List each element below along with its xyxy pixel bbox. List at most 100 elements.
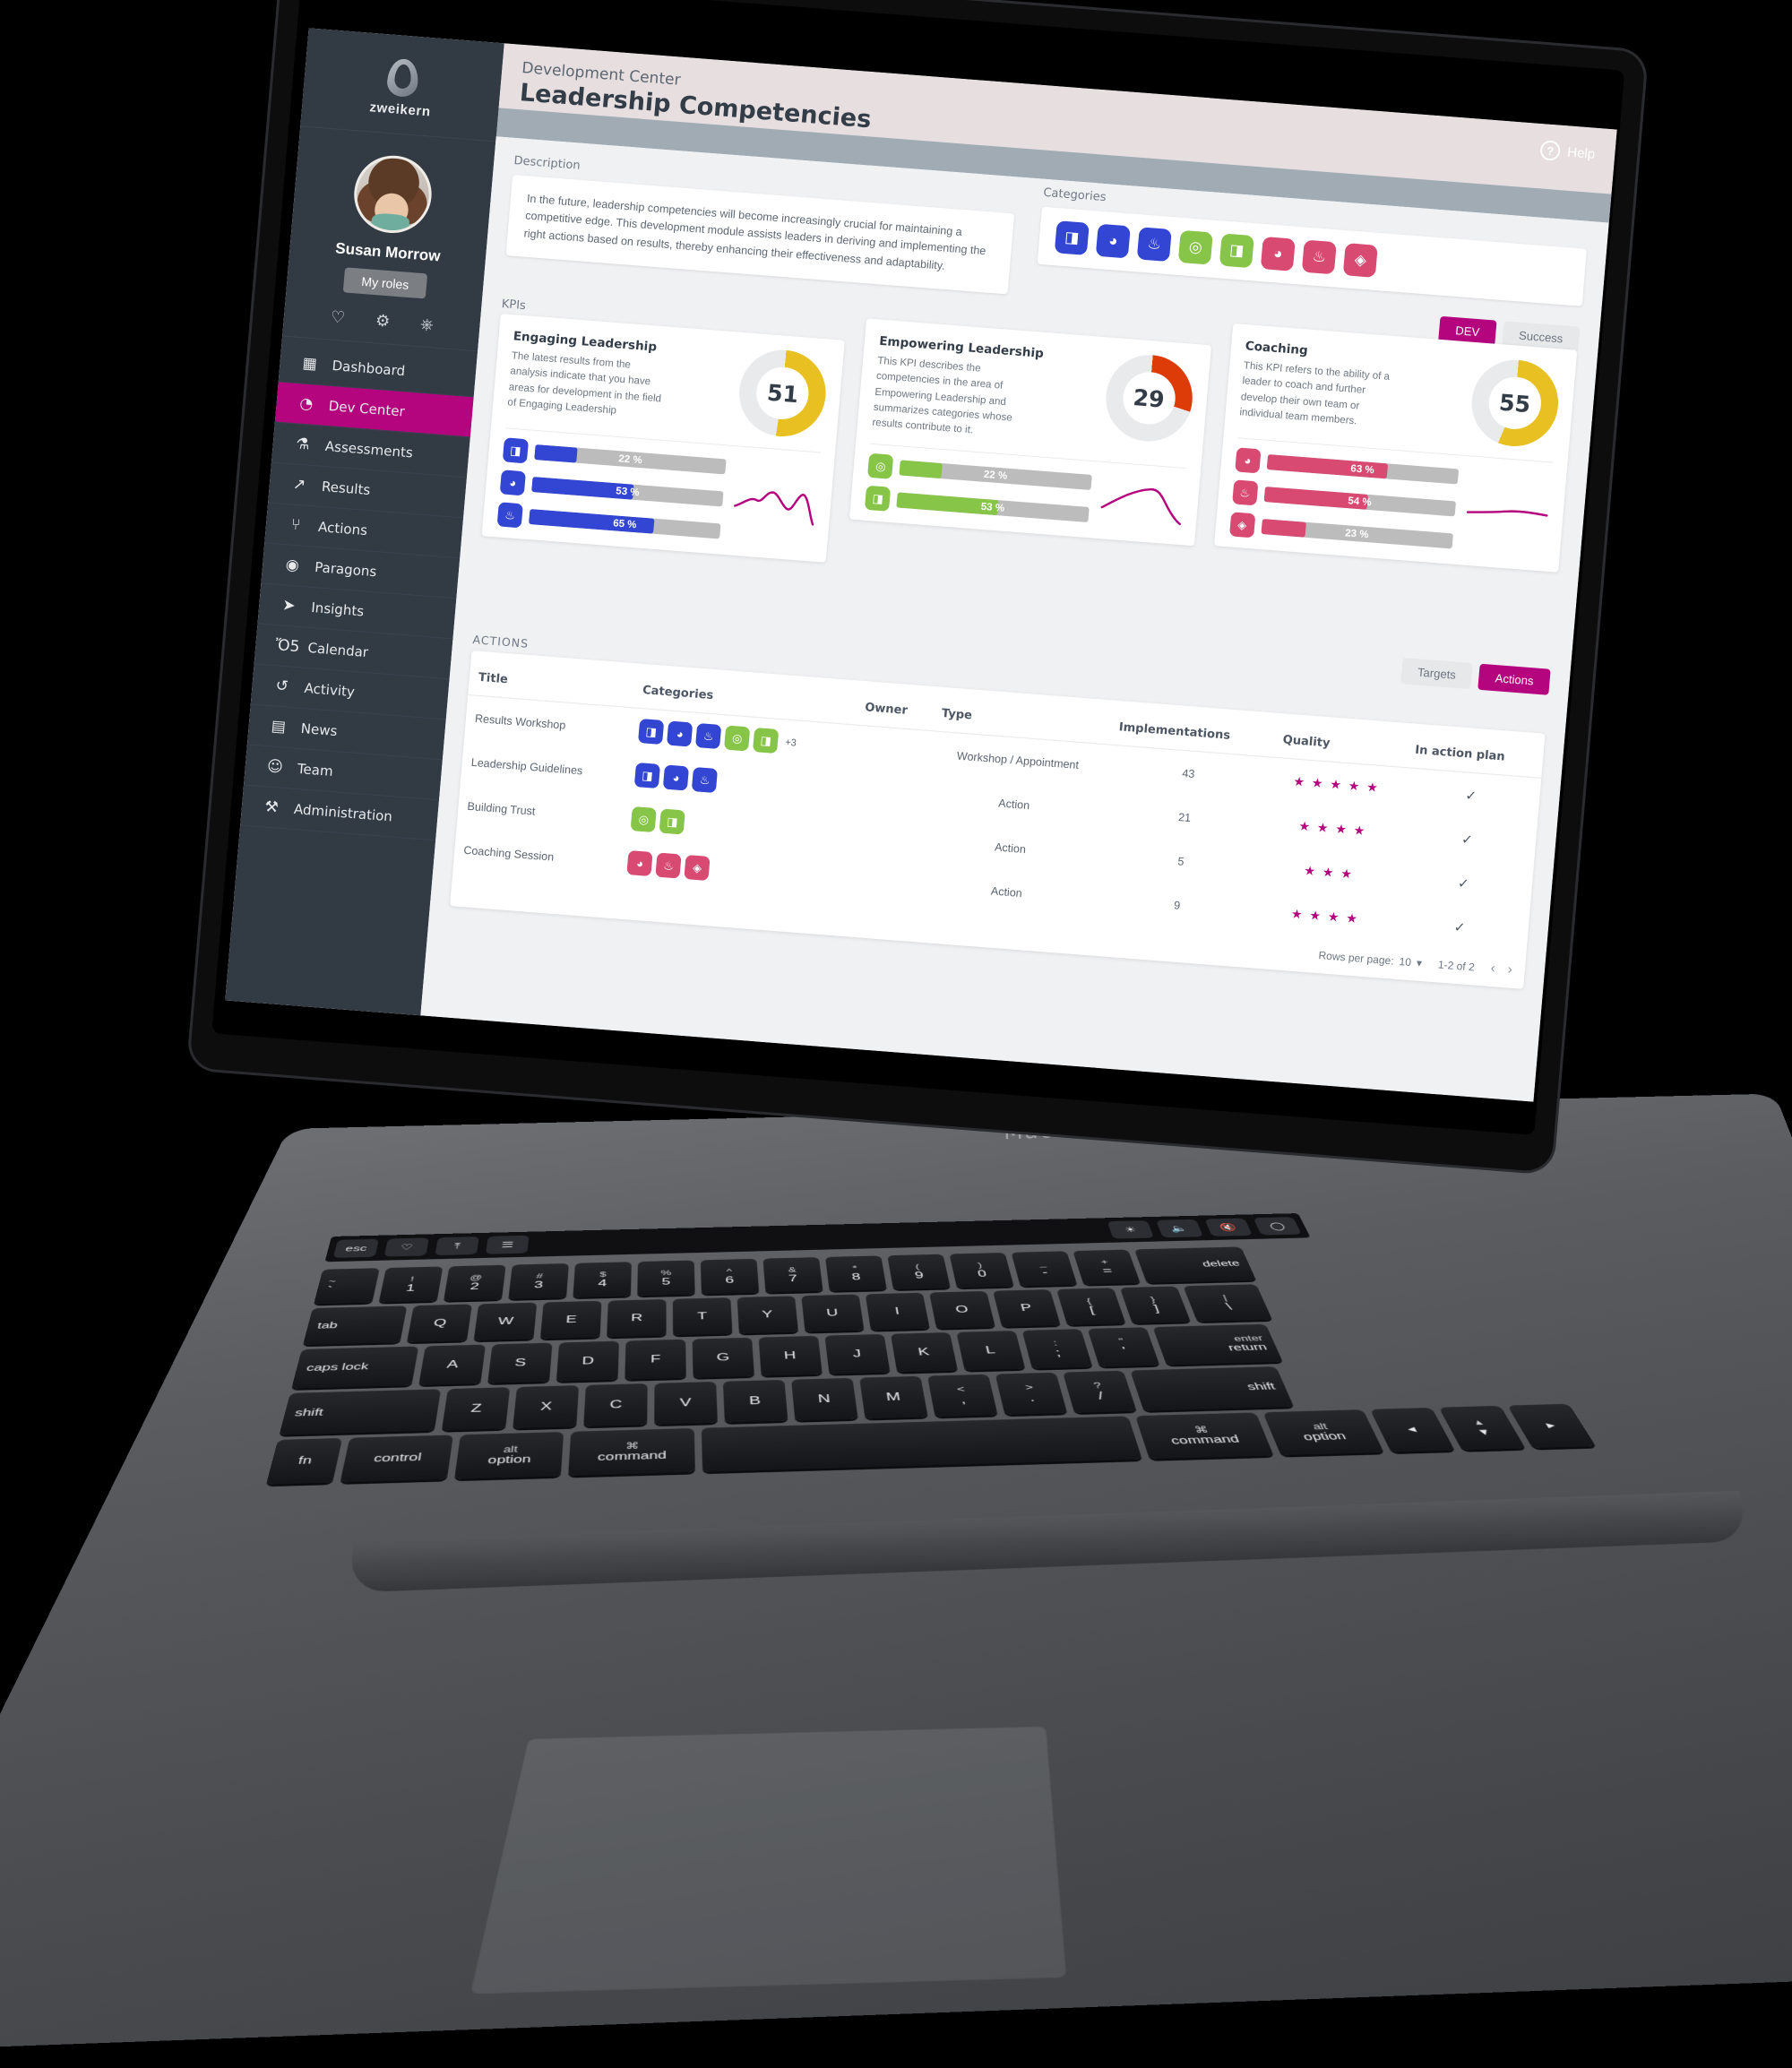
key-caps-lock[interactable]: caps lock <box>291 1346 419 1389</box>
chevron-right-icon[interactable]: › <box>1507 961 1512 977</box>
chevron-left-icon[interactable]: ‹ <box>1490 961 1495 976</box>
my-roles-button[interactable]: My roles <box>342 267 428 299</box>
key-option-left[interactable]: alt option <box>454 1432 564 1479</box>
key-0[interactable]: ) 0 <box>949 1252 1014 1288</box>
key-e[interactable]: E <box>539 1300 602 1340</box>
key-k[interactable]: K <box>890 1332 958 1373</box>
door-icon[interactable]: ◨ <box>1219 233 1254 269</box>
bell-icon[interactable]: ♡ <box>330 307 346 327</box>
key-l[interactable]: L <box>956 1331 1026 1371</box>
key-w[interactable]: W <box>473 1302 538 1341</box>
gear-icon[interactable]: ⚙ <box>375 311 391 331</box>
touchbar-mute-icon[interactable]: 🔇 <box>1204 1218 1253 1236</box>
key-2[interactable]: @2 <box>444 1264 506 1301</box>
key-1[interactable]: ! 1 <box>378 1266 444 1303</box>
key-o[interactable]: O <box>928 1290 995 1329</box>
key-t[interactable]: T <box>672 1297 733 1336</box>
key-bracket-right[interactable]: }] <box>1119 1286 1191 1323</box>
table-header-owner[interactable]: Owner <box>854 689 935 731</box>
flask-icon: ⚗ <box>295 435 311 454</box>
touchbar-brightness-icon[interactable]: ☀ <box>1107 1220 1154 1239</box>
key-i[interactable]: I <box>865 1292 930 1331</box>
key-u[interactable]: U <box>801 1294 865 1332</box>
rows-per-page-value[interactable]: 10 <box>1399 955 1412 969</box>
key-shift-left[interactable]: shift <box>279 1389 442 1435</box>
key-s[interactable]: S <box>487 1342 553 1383</box>
key-semicolon[interactable]: :; <box>1021 1329 1093 1369</box>
kpi-card[interactable]: Empowering Leadership This KPI describes … <box>849 318 1211 547</box>
key-3[interactable]: #3 <box>508 1262 569 1300</box>
brand-logo-block[interactable]: zweikern <box>300 28 504 142</box>
progress-bar: 53 % <box>531 476 724 507</box>
kpi-card[interactable]: Engaging Leadership The latest results fr… <box>481 314 846 563</box>
key-comma[interactable]: <, <box>926 1374 998 1417</box>
flame-icon[interactable]: ♨ <box>1136 227 1172 263</box>
door-icon[interactable]: ◨ <box>1054 220 1090 255</box>
touchbar-esc-key[interactable]: esc <box>332 1238 379 1258</box>
key-equals[interactable]: + = <box>1073 1249 1141 1285</box>
key-backslash[interactable]: | \ <box>1183 1284 1273 1323</box>
kpi-card[interactable]: Coaching This KPI refers to the ability o… <box>1213 323 1578 573</box>
key-r[interactable]: R <box>607 1298 667 1338</box>
touchbar-share-icon[interactable]: ⤒ <box>435 1236 479 1256</box>
key-p[interactable]: P <box>993 1289 1061 1327</box>
target-icon[interactable]: ◎ <box>1177 229 1213 265</box>
key-slash[interactable]: ? / <box>1063 1370 1137 1413</box>
key-g[interactable]: G <box>692 1337 754 1378</box>
avatar[interactable] <box>350 152 435 237</box>
key-option-right[interactable]: alt option <box>1262 1409 1384 1456</box>
toggle-option-actions[interactable]: Actions <box>1478 663 1551 695</box>
power-icon[interactable]: ⎈ <box>419 315 434 334</box>
trackpad[interactable] <box>469 1726 1068 1995</box>
chevron-down-icon[interactable]: ▾ <box>1416 956 1422 969</box>
key-m[interactable]: M <box>859 1375 928 1419</box>
touchbar-sliders-icon[interactable]: ☰ <box>485 1235 530 1254</box>
key-tilde[interactable]: ~ ` <box>314 1268 380 1305</box>
touchbar-volume-up-icon[interactable]: 🔈 <box>1156 1219 1203 1238</box>
key-h[interactable]: H <box>758 1335 823 1376</box>
key-7[interactable]: & 7 <box>762 1257 823 1293</box>
key-a[interactable]: A <box>418 1344 487 1385</box>
key-space[interactable] <box>701 1416 1142 1472</box>
key-8[interactable]: * 8 <box>824 1255 887 1291</box>
key-return[interactable]: enter return <box>1152 1323 1283 1366</box>
flame-icon: ♨ <box>695 722 722 750</box>
key-minus[interactable]: _ - <box>1011 1251 1078 1287</box>
speech-euro-icon[interactable]: ◕ <box>1260 236 1296 271</box>
help-button[interactable]: ? Help <box>1539 140 1596 164</box>
key-period[interactable]: >. <box>995 1372 1068 1415</box>
key-5[interactable]: % 5 <box>637 1260 695 1297</box>
key-x[interactable]: X <box>513 1385 580 1429</box>
key-9[interactable]: (9 <box>887 1254 951 1290</box>
key-n[interactable]: N <box>791 1377 858 1421</box>
key-delete[interactable]: delete <box>1133 1246 1257 1283</box>
key-quote[interactable]: " ' <box>1087 1327 1160 1367</box>
key-fn[interactable]: fn <box>266 1437 343 1485</box>
key-v[interactable]: V <box>654 1381 718 1425</box>
key-j[interactable]: J <box>824 1333 891 1374</box>
key-f[interactable]: F <box>625 1339 686 1380</box>
key-tab[interactable]: tab <box>303 1305 408 1346</box>
touchbar-siri-icon[interactable]: ◯ <box>1253 1217 1302 1236</box>
key-4[interactable]: $4 <box>573 1262 632 1298</box>
key-d[interactable]: D <box>556 1340 619 1382</box>
key-z[interactable]: Z <box>441 1387 511 1431</box>
speech-euro-icon[interactable]: ◕ <box>1095 223 1131 259</box>
progress-bar: 22 % <box>534 444 727 475</box>
sidebar-item-label: Insights <box>310 599 365 620</box>
key-command-right[interactable]: ⌘ command <box>1134 1412 1274 1460</box>
toggle-option-targets[interactable]: Targets <box>1400 658 1474 690</box>
key-control[interactable]: control <box>340 1435 453 1483</box>
flame-icon[interactable]: ♨ <box>1301 239 1337 275</box>
key-shift-right[interactable]: shift <box>1130 1366 1294 1411</box>
rows-per-page-control[interactable]: Rows per page: 10 ▾ <box>1318 949 1423 969</box>
key-y[interactable]: Y <box>737 1296 799 1334</box>
key-q[interactable]: Q <box>407 1304 472 1343</box>
key-bracket-left[interactable]: {[ <box>1056 1288 1126 1325</box>
key-c[interactable]: C <box>583 1383 648 1427</box>
tag-icon[interactable]: ◈ <box>1342 243 1378 278</box>
key-6[interactable]: ^ 6 <box>700 1258 760 1295</box>
key-b[interactable]: B <box>722 1379 788 1423</box>
touchbar-heart-icon[interactable]: ♡ <box>383 1237 429 1257</box>
key-command-left[interactable]: ⌘ command <box>568 1427 695 1477</box>
